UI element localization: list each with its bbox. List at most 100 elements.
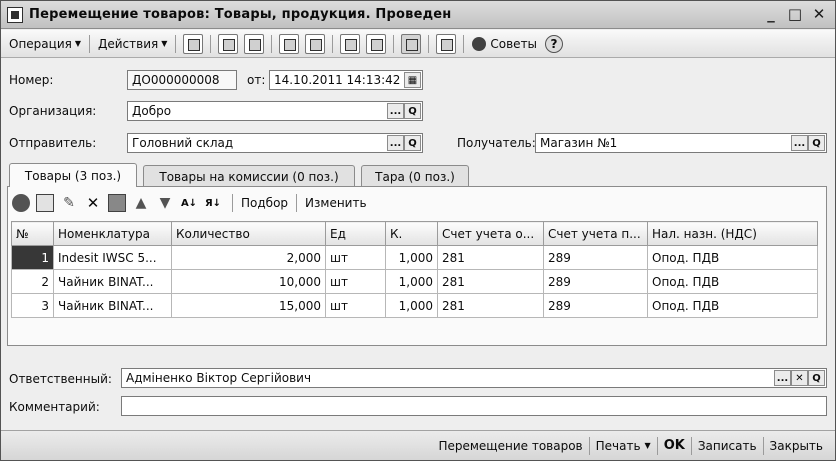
account-to-cell[interactable]: 289 [543, 293, 648, 318]
quantity-cell[interactable]: 2,000 [171, 245, 326, 270]
comment-label: Комментарий: [9, 400, 100, 414]
select-ellipsis-icon[interactable]: ... [774, 370, 791, 386]
advice-button[interactable]: Советы [468, 36, 541, 51]
text-mode-icon[interactable] [401, 33, 422, 54]
tab-goods[interactable]: Товары (3 поз.) [9, 163, 137, 187]
unit-cell[interactable]: шт [325, 269, 386, 294]
clear-icon[interactable]: ✕ [791, 370, 808, 386]
table-header-row: № Номенклатура Количество Ед К. Счет уче… [11, 221, 818, 246]
ok-button[interactable]: OK [658, 438, 691, 453]
coefficient-cell[interactable]: 1,000 [385, 293, 438, 318]
responsible-field[interactable]: Адміненко Віктор Сергійович ... ✕ Q [121, 368, 827, 388]
item-cell[interactable]: Чайник BINAT... [53, 269, 172, 294]
table-row[interactable]: 3 Чайник BINAT... 15,000 шт 1,000 281 28… [11, 293, 818, 318]
quantity-cell[interactable]: 15,000 [171, 293, 326, 318]
change-button[interactable]: Изменить [301, 196, 371, 210]
coefficient-cell[interactable]: 1,000 [385, 245, 438, 270]
unit-cell[interactable]: шт [325, 293, 386, 318]
account-from-cell[interactable]: 281 [437, 269, 544, 294]
copy-row-icon[interactable] [36, 194, 54, 212]
vat-cell[interactable]: Опод. ПДВ [647, 269, 818, 294]
tab-commission-goods[interactable]: Товары на комиссии (0 поз.) [143, 165, 355, 187]
move-down-icon[interactable]: ▼ [156, 194, 174, 212]
comment-field[interactable] [121, 396, 827, 416]
account-to-cell[interactable]: 289 [543, 269, 648, 294]
select-ellipsis-icon[interactable]: ... [387, 103, 404, 119]
end-edit-icon[interactable] [108, 194, 126, 212]
move-goods-button[interactable]: Перемещение товаров [432, 439, 588, 453]
columns-icon[interactable] [436, 33, 457, 54]
add-row-icon[interactable] [12, 194, 30, 212]
row-number-cell[interactable]: 2 [11, 269, 54, 294]
structure-icon[interactable] [305, 33, 326, 54]
sender-value: Головний склад [132, 136, 234, 150]
table-row[interactable]: 2 Чайник BINAT... 10,000 шт 1,000 281 28… [11, 269, 818, 294]
help-icon[interactable]: ? [545, 34, 564, 53]
column-header[interactable]: Номенклатура [53, 221, 172, 246]
search-icon[interactable]: Q [808, 370, 825, 386]
item-cell[interactable]: Indesit IWSC 5... [53, 245, 172, 270]
column-header[interactable]: Счет учета о... [437, 221, 544, 246]
copy-icon[interactable] [244, 33, 265, 54]
maximize-icon[interactable]: □ [787, 5, 803, 23]
advice-icon [472, 36, 487, 51]
column-header[interactable]: Нал. назн. (НДС) [647, 221, 818, 246]
vat-cell[interactable]: Опод. ПДВ [647, 293, 818, 318]
date-field[interactable]: 14.10.2011 14:13:42 ▦ [269, 70, 423, 90]
item-cell[interactable]: Чайник BINAT... [53, 293, 172, 318]
save-button[interactable]: Записать [692, 439, 763, 453]
column-header[interactable]: К. [385, 221, 438, 246]
print-button[interactable]: Печать ▼ [590, 439, 657, 453]
based-on-icon[interactable] [279, 33, 300, 54]
print-label: Печать [595, 438, 641, 453]
search-icon[interactable]: Q [404, 103, 421, 119]
table-row[interactable]: 1 Indesit IWSC 5... 2,000 шт 1,000 281 2… [11, 245, 818, 270]
actions-menu[interactable]: Действия ▼ [94, 37, 171, 51]
search-icon[interactable]: Q [808, 135, 825, 151]
window-title: Перемещение товаров: Товары, продукция. … [29, 7, 452, 22]
sender-field[interactable]: Головний склад ... Q [127, 133, 423, 153]
sort-ascending-icon[interactable]: A↓ [180, 194, 198, 212]
calendar-icon[interactable]: ▦ [404, 72, 421, 88]
post-icon[interactable] [183, 33, 204, 54]
number-field[interactable]: ДО000000008 [127, 70, 237, 90]
actions-menu-label: Действия [98, 36, 159, 51]
print-preview-icon[interactable] [218, 33, 239, 54]
sort-descending-icon[interactable]: Я↓ [204, 194, 222, 212]
move-up-icon[interactable]: ▲ [132, 194, 150, 212]
minimize-icon[interactable]: _ [763, 5, 779, 23]
column-header[interactable]: Счет учета п... [543, 221, 648, 246]
responsible-label: Ответственный: [9, 372, 112, 386]
sender-label: Отправитель: [9, 136, 97, 150]
select-button[interactable]: Подбор [237, 196, 292, 210]
movements-icon[interactable] [340, 33, 361, 54]
coefficient-cell[interactable]: 1,000 [385, 269, 438, 294]
account-from-cell[interactable]: 281 [437, 245, 544, 270]
delete-icon[interactable]: ✕ [84, 194, 102, 212]
goods-table: № Номенклатура Количество Ед К. Счет уче… [11, 221, 818, 318]
select-ellipsis-icon[interactable]: ... [791, 135, 808, 151]
column-header[interactable]: Количество [171, 221, 326, 246]
edit-icon[interactable]: ✎ [60, 194, 78, 212]
organization-field[interactable]: Добро ... Q [127, 101, 423, 121]
vat-cell[interactable]: Опод. ПДВ [647, 245, 818, 270]
row-number-cell[interactable]: 3 [11, 293, 54, 318]
quantity-cell[interactable]: 10,000 [171, 269, 326, 294]
account-from-cell[interactable]: 281 [437, 293, 544, 318]
column-header[interactable]: № [11, 221, 54, 246]
unit-cell[interactable]: шт [325, 245, 386, 270]
search-icon[interactable]: Q [404, 135, 421, 151]
row-number-cell[interactable]: 1 [11, 245, 54, 270]
account-to-cell[interactable]: 289 [543, 245, 648, 270]
title-bar: Перемещение товаров: Товары, продукция. … [1, 1, 835, 29]
report-icon[interactable] [366, 33, 387, 54]
close-icon[interactable]: ✕ [811, 5, 827, 23]
close-button[interactable]: Закрыть [764, 439, 829, 453]
date-label: от: [247, 73, 266, 87]
receiver-field[interactable]: Магазин №1 ... Q [535, 133, 827, 153]
tab-containers[interactable]: Тара (0 поз.) [361, 165, 469, 187]
column-header[interactable]: Ед [325, 221, 386, 246]
chevron-down-icon: ▼ [644, 441, 651, 450]
select-ellipsis-icon[interactable]: ... [387, 135, 404, 151]
operation-menu[interactable]: Операция ▼ [5, 37, 85, 51]
